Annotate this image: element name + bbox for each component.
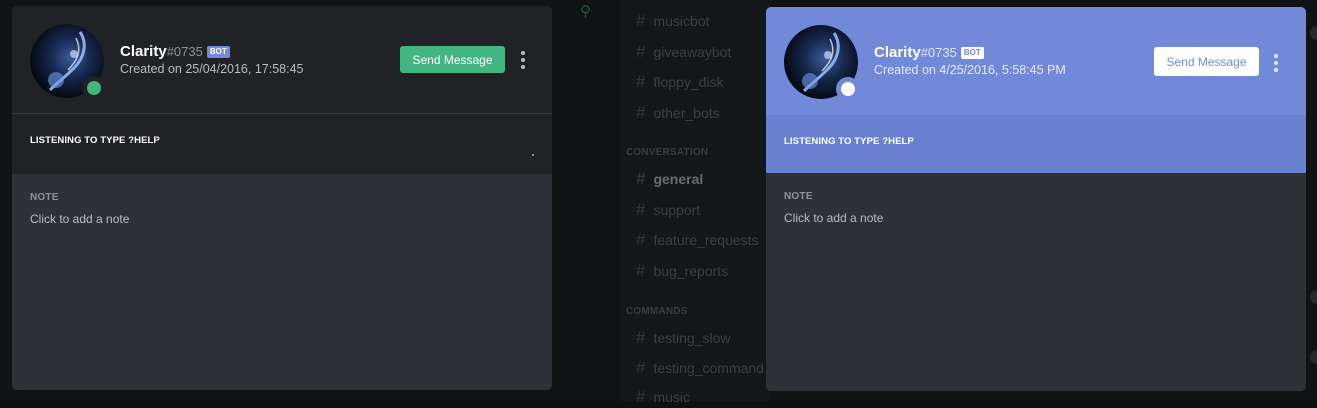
channel-general[interactable]: #general bbox=[636, 168, 703, 190]
channel-testing-command[interactable]: #testing_command bbox=[636, 357, 764, 379]
activity-text: LISTENING TO TYPE ?HELP bbox=[30, 135, 160, 146]
channel-music[interactable]: #music bbox=[636, 386, 690, 408]
hash-icon: # bbox=[636, 103, 645, 123]
user-identity: Clarity #0735 BOT Created on 25/04/2016,… bbox=[120, 43, 303, 76]
channel-feature-requests[interactable]: #feature_requests bbox=[636, 229, 759, 251]
more-options-icon[interactable] bbox=[1271, 54, 1281, 72]
created-date: Created on 25/04/2016, 17:58:45 bbox=[120, 62, 303, 76]
hash-icon: # bbox=[636, 358, 645, 378]
created-date: Created on 4/25/2016, 5:58:45 PM bbox=[874, 63, 1066, 77]
channel-floppy-disk[interactable]: #floppy_disk bbox=[636, 71, 724, 93]
hash-icon: # bbox=[636, 230, 645, 250]
server-icon[interactable] bbox=[1310, 350, 1317, 364]
note-section: NOTE bbox=[766, 173, 1306, 245]
note-input[interactable] bbox=[784, 211, 1264, 225]
activity-text: LISTENING TO TYPE ?HELP bbox=[784, 136, 914, 147]
status-indicator bbox=[836, 77, 860, 101]
send-message-button[interactable]: Send Message bbox=[400, 46, 505, 73]
hash-icon: # bbox=[636, 387, 645, 407]
hash-icon: # bbox=[636, 328, 645, 348]
online-status-icon bbox=[87, 81, 101, 95]
hash-icon: # bbox=[636, 72, 645, 92]
channel-testing-slow[interactable]: #testing_slow bbox=[636, 327, 731, 349]
activity-dot bbox=[532, 154, 534, 156]
username[interactable]: Clarity bbox=[874, 44, 921, 61]
note-input[interactable] bbox=[30, 212, 510, 226]
search-icon[interactable]: ⚲ bbox=[580, 2, 591, 20]
discriminator: #0735 bbox=[921, 45, 957, 60]
user-popout-dark: Clarity #0735 BOT Created on 25/04/2016,… bbox=[12, 6, 552, 390]
note-title: NOTE bbox=[30, 192, 534, 203]
note-section: NOTE bbox=[12, 174, 552, 246]
channel-giveawaybot[interactable]: #giveawaybot bbox=[636, 41, 731, 63]
status-indicator bbox=[82, 76, 106, 100]
avatar[interactable] bbox=[30, 24, 104, 98]
discriminator: #0735 bbox=[167, 44, 203, 59]
send-message-button[interactable]: Send Message bbox=[1154, 47, 1259, 76]
channel-other-bots[interactable]: #other_bots bbox=[636, 102, 720, 124]
hash-icon: # bbox=[636, 261, 645, 281]
more-options-icon[interactable] bbox=[518, 51, 528, 69]
user-identity: Clarity #0735 BOT Created on 4/25/2016, … bbox=[874, 44, 1066, 77]
hash-icon: # bbox=[636, 169, 645, 189]
server-icon[interactable] bbox=[1310, 26, 1317, 40]
avatar[interactable] bbox=[784, 25, 858, 99]
hash-icon: # bbox=[636, 11, 645, 31]
category-conversation[interactable]: CONVERSATION bbox=[626, 147, 708, 158]
channel-musicbot[interactable]: #musicbot bbox=[636, 10, 710, 32]
server-icon[interactable] bbox=[1310, 290, 1317, 304]
note-title: NOTE bbox=[784, 191, 1288, 202]
hash-icon: # bbox=[636, 42, 645, 62]
activity-section: LISTENING TO TYPE ?HELP bbox=[766, 115, 1306, 173]
online-status-icon bbox=[841, 82, 855, 96]
channel-support[interactable]: #support bbox=[636, 199, 700, 221]
username[interactable]: Clarity bbox=[120, 43, 167, 60]
bot-badge: BOT bbox=[207, 46, 230, 58]
category-commands[interactable]: COMMANDS bbox=[626, 306, 688, 317]
popout-header: Clarity #0735 BOT Created on 25/04/2016,… bbox=[12, 6, 552, 114]
bot-badge: BOT bbox=[961, 47, 984, 59]
hash-icon: # bbox=[636, 200, 645, 220]
activity-section: LISTENING TO TYPE ?HELP bbox=[12, 114, 552, 174]
channel-bug-reports[interactable]: #bug_reports bbox=[636, 260, 728, 282]
popout-header: Clarity #0735 BOT Created on 4/25/2016, … bbox=[766, 7, 1306, 115]
user-popout-blurple: Clarity #0735 BOT Created on 4/25/2016, … bbox=[766, 7, 1306, 391]
